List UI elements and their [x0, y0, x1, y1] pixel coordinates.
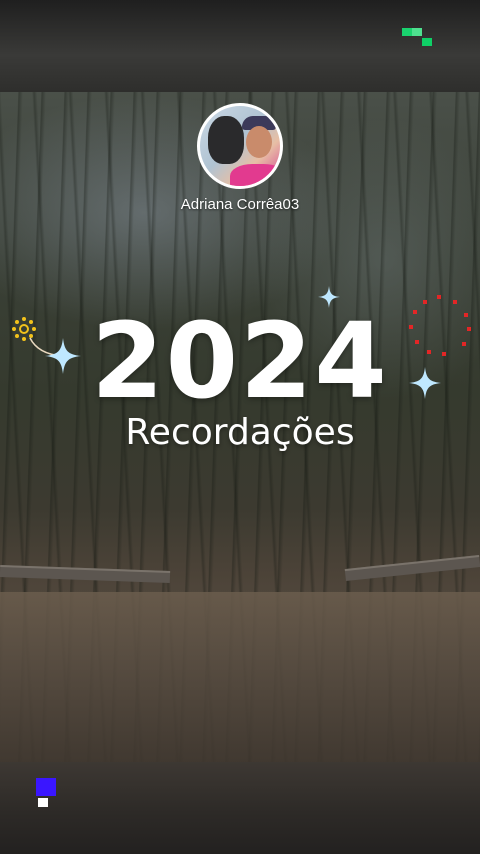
face-figure [246, 126, 272, 158]
bottom-letterbox [0, 762, 480, 854]
shirt-figure [230, 164, 280, 186]
dotted-circle-icon [409, 295, 471, 356]
dog-figure [208, 116, 244, 164]
sparkle-star-icon [45, 338, 81, 374]
dirt-ground [0, 592, 480, 762]
username-label[interactable]: Adriana Corrêa03 [0, 196, 480, 213]
top-logo-icon [402, 28, 432, 46]
bottom-logo-icon [36, 778, 56, 807]
avatar[interactable] [197, 103, 283, 189]
top-letterbox [0, 0, 480, 92]
sparkle-star-icon [318, 286, 340, 308]
subtitle-text: Recordações [125, 412, 355, 453]
sparkle-star-icon [409, 367, 441, 399]
